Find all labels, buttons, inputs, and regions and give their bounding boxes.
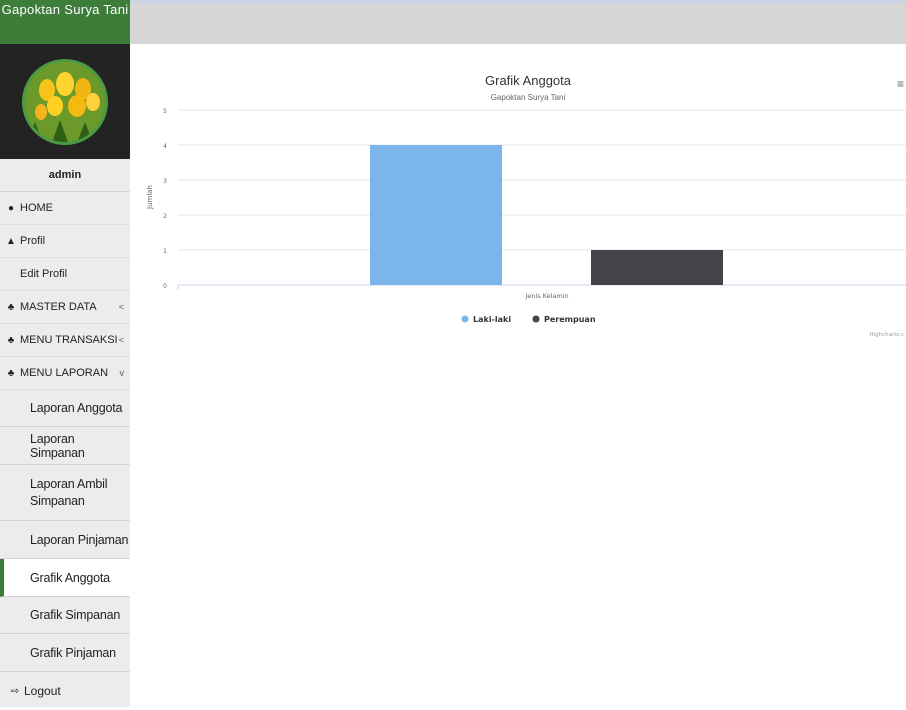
nav-laporan-simpanan[interactable]: Laporan Simpanan: [0, 427, 130, 465]
chart-container: Grafik Anggota Gapoktan Surya Tani ≡ 012…: [130, 44, 906, 364]
nav-grafik-simpanan[interactable]: Grafik Simpanan: [0, 597, 130, 634]
avatar-panel: [0, 44, 130, 159]
top-navbar: [130, 0, 906, 44]
nav-logout-label: Logout: [24, 684, 61, 698]
nav-grafik-anggota[interactable]: Grafik Anggota: [0, 559, 130, 597]
y-tick-label: 1: [163, 248, 167, 255]
nav-home-label: HOME: [20, 202, 53, 214]
y-tick-label: 2: [163, 213, 167, 220]
y-axis-title: Jumlah: [146, 185, 154, 210]
sitemap-icon: ♣: [7, 334, 15, 346]
chevron-left-icon: <: [118, 302, 124, 312]
y-tick-label: 3: [163, 178, 167, 185]
nav-profil-label: Profil: [20, 235, 46, 247]
sitemap-icon: ♣: [7, 367, 15, 379]
nav-home[interactable]: ● HOME: [0, 192, 130, 225]
nav-laporan-pinjaman[interactable]: Laporan Pinjaman: [0, 521, 130, 559]
bar-perempuan: [591, 250, 723, 285]
tulip-image: [25, 61, 105, 142]
nav-menu-transaksi[interactable]: ♣ MENU TRANSAKSI <: [0, 324, 130, 357]
chevron-left-icon: <: [118, 335, 124, 345]
chevron-down-icon: v: [119, 368, 125, 378]
sidebar: Gapoktan Surya Tani admin ● HOME ▲ Profi…: [0, 0, 130, 707]
nav-profil[interactable]: ▲ Profil: [0, 225, 130, 258]
nav-grafik-pinjaman[interactable]: Grafik Pinjaman: [0, 634, 130, 672]
avatar: [22, 58, 108, 145]
x-axis-title: Jenis Kelamin: [524, 292, 568, 300]
legend-marker-icon: [532, 315, 540, 323]
legend-marker-icon: [461, 315, 469, 323]
bar-laki-laki: [370, 145, 502, 285]
y-tick-label: 4: [163, 143, 167, 150]
y-tick-label: 0: [163, 283, 167, 290]
dashboard-icon: ●: [7, 202, 15, 214]
nav-master-data[interactable]: ♣ MASTER DATA <: [0, 291, 130, 324]
nav-master-data-label: MASTER DATA: [20, 301, 97, 313]
chart-credits: Highcharts.c: [869, 332, 904, 338]
legend-label: Laki-laki: [473, 315, 511, 324]
username-label: admin: [0, 159, 130, 192]
nav-edit-profil[interactable]: Edit Profil: [0, 258, 130, 291]
bar-chart: 0 1 2 3 4 5 Jumlah Jenis Kelamin Laki-laki Peremp…: [146, 108, 906, 338]
nav-laporan-anggota[interactable]: Laporan Anggota: [0, 390, 130, 427]
sitemap-icon: ♣: [7, 301, 15, 313]
nav-menu-laporan-label: MENU LAPORAN: [20, 367, 109, 379]
app-brand[interactable]: Gapoktan Surya Tani: [0, 0, 130, 44]
nav-laporan-ambil-simpanan[interactable]: Laporan Ambil Simpanan: [0, 465, 130, 521]
nav-menu-laporan[interactable]: ♣ MENU LAPORAN v: [0, 357, 130, 390]
user-icon: ▲: [6, 235, 16, 247]
y-tick-label: 5: [163, 108, 167, 115]
legend-label: Perempuan: [544, 315, 596, 324]
nav-menu-transaksi-label: MENU TRANSAKSI: [20, 334, 118, 346]
sign-out-icon: ⇨: [10, 685, 20, 697]
nav-logout[interactable]: ⇨ Logout: [0, 672, 130, 710]
